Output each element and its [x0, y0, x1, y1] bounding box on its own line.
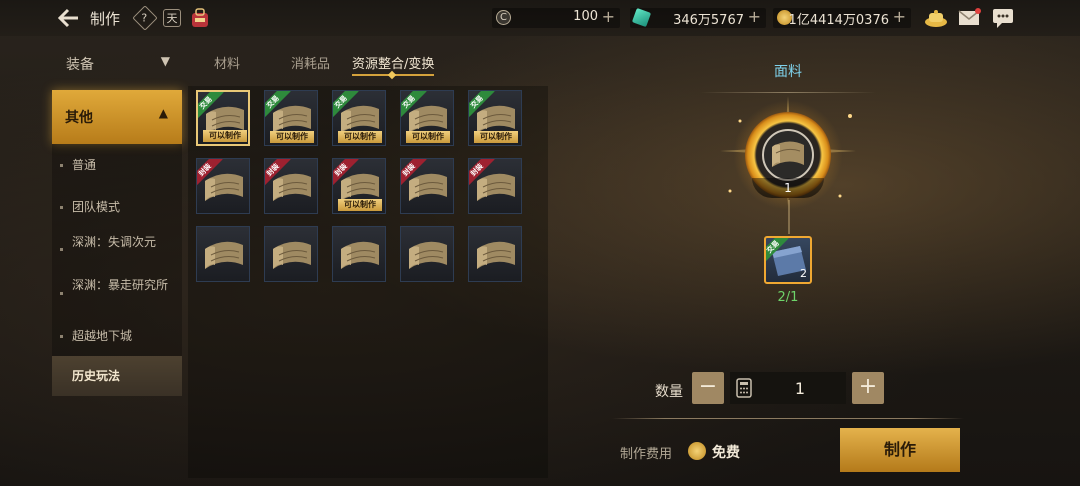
sidebar-item-label: 深渊：失调次元 — [72, 235, 157, 249]
sidebar-item-abyss-lab[interactable]: 深渊：暴走研究所 — [52, 272, 182, 316]
quantity-label: 数量 — [655, 384, 683, 400]
gem-value: 346万5767 — [673, 13, 744, 28]
craftable-badge: 可以制作 — [406, 131, 450, 143]
sidebar-item-label: 团队模式 — [72, 200, 121, 214]
bullet-dot — [60, 292, 63, 295]
shop-icon[interactable] — [924, 7, 948, 29]
output-count: 1 — [784, 181, 792, 195]
chevron-down-icon: ▼ — [160, 54, 170, 68]
category-other[interactable]: 其他 ▲ — [52, 90, 182, 144]
chat-icon[interactable] — [991, 7, 1015, 29]
output-item[interactable] — [762, 129, 814, 181]
tab-materials[interactable]: 材料 — [214, 53, 240, 72]
gold-value: 1亿4414万0376 — [788, 13, 889, 28]
sidebar-item-history[interactable]: 历史玩法 — [52, 356, 182, 396]
sidebar-item-normal[interactable]: 普通 — [52, 144, 182, 186]
bullet-dot — [60, 248, 63, 251]
help-icon[interactable]: ? — [132, 5, 158, 31]
page-title: 制作 — [90, 10, 121, 28]
fabric-scroll-icon — [772, 141, 804, 167]
material-slot[interactable]: 交易 2 — [764, 236, 812, 284]
fee-label: 制作费用 — [620, 447, 673, 462]
sidebar-item-label: 深渊：暴走研究所 — [72, 278, 169, 292]
active-tab-marker — [387, 70, 397, 80]
gem-currency: 346万5767 + — [630, 7, 766, 28]
fabric-scroll-icon — [341, 241, 379, 269]
quantity-input[interactable]: 1 — [730, 372, 846, 404]
credit-add-button[interactable]: + — [602, 7, 615, 26]
fabric-scroll-icon — [205, 241, 243, 269]
credit-value: 100 — [573, 9, 598, 24]
material-requirement: 2/1 — [777, 290, 799, 305]
craftable-badge: 可以制作 — [338, 199, 382, 211]
title-divider — [700, 92, 876, 93]
craftable-badge: 可以制作 — [474, 131, 518, 143]
recipe-cell[interactable]: 交易 可以制作 — [264, 90, 318, 146]
fabric-scroll-icon — [477, 241, 515, 269]
recipe-cell[interactable]: 封装 可以制作 — [332, 158, 386, 214]
item-name: 面料 — [774, 64, 802, 80]
increase-quantity-button[interactable]: + — [852, 372, 884, 404]
connector-line — [788, 200, 790, 234]
bullet-dot — [60, 164, 63, 167]
bullet-dot — [60, 335, 63, 338]
equipment-dropdown[interactable]: 装备 ▼ — [52, 46, 182, 80]
chevron-up-icon: ▲ — [158, 106, 168, 120]
recipe-cell[interactable] — [400, 226, 454, 282]
recipe-cell[interactable] — [332, 226, 386, 282]
gift-bag-icon[interactable] — [190, 7, 210, 29]
section-divider — [612, 418, 964, 419]
sidebar-item-beyond-dungeon[interactable]: 超越地下城 — [52, 316, 182, 356]
make-button[interactable]: 制作 — [840, 428, 960, 472]
recipe-cell[interactable]: 封装 — [468, 158, 522, 214]
recipe-cell[interactable]: 封装 — [196, 158, 250, 214]
recipe-cell[interactable]: 交易 可以制作 — [400, 90, 454, 146]
recipe-cell[interactable] — [196, 226, 250, 282]
recipe-cell[interactable]: 封装 — [400, 158, 454, 214]
sidebar-item-label: 历史玩法 — [72, 369, 121, 383]
material-count: 2 — [800, 267, 807, 280]
mail-icon[interactable] — [957, 7, 981, 29]
category-other-label: 其他 — [65, 110, 93, 126]
tab-consumables[interactable]: 消耗品 — [291, 53, 330, 72]
recipe-cell[interactable]: 交易 可以制作 — [468, 90, 522, 146]
craftable-badge: 可以制作 — [270, 131, 314, 143]
recipe-cell[interactable] — [264, 226, 318, 282]
back-arrow-icon[interactable] — [58, 8, 80, 28]
fabric-scroll-icon — [273, 241, 311, 269]
gem-icon — [631, 7, 652, 28]
craftable-badge: 可以制作 — [203, 130, 247, 142]
sidebar-item-abyss-dimension[interactable]: 深渊：失调次元 — [52, 228, 182, 272]
recipe-grid: 交易 可以制作 交易 可以制作 交易 可以制作 交易 可以制作 交易 可以制作 封装 封装 封装 可以制作… — [188, 86, 548, 478]
sidebar-item-label: 普通 — [72, 158, 97, 172]
credit-icon: C — [496, 10, 511, 25]
top-bar: 制作 ? 天 C 100 + 346万5767 + 1亿4414万0376 + — [0, 0, 1080, 36]
craftable-badge: 可以制作 — [338, 131, 382, 143]
calculator-icon[interactable] — [736, 378, 752, 398]
gold-coin-icon — [688, 442, 706, 460]
sidebar-item-raid[interactable]: 团队模式 — [52, 186, 182, 228]
equipment-dropdown-label: 装备 — [66, 57, 94, 73]
quantity-value: 1 — [794, 379, 806, 398]
calendar-icon[interactable]: 天 — [163, 9, 181, 27]
bullet-dot — [60, 206, 63, 209]
fee-value: 免费 — [712, 445, 740, 461]
fabric-scroll-icon — [409, 241, 447, 269]
tab-resource-conversion[interactable]: 资源整合/变换 — [352, 53, 434, 72]
gold-currency: 1亿4414万0376 + — [773, 7, 911, 28]
recipe-cell[interactable]: 交易 可以制作 — [196, 90, 250, 146]
help-icon-label: ? — [141, 11, 148, 25]
sidebar-subitems: 普通 团队模式 深渊：失调次元 深渊：暴走研究所 超越地下城 历史玩法 — [52, 144, 182, 396]
recipe-cell[interactable]: 封装 — [264, 158, 318, 214]
decrease-quantity-button[interactable]: − — [692, 372, 724, 404]
sidebar-item-label: 超越地下城 — [72, 329, 133, 343]
gold-add-button[interactable]: + — [893, 7, 906, 26]
credit-currency: C 100 + — [492, 7, 620, 28]
recipe-cell[interactable] — [468, 226, 522, 282]
recipe-cell[interactable]: 交易 可以制作 — [332, 90, 386, 146]
gem-add-button[interactable]: + — [748, 7, 761, 26]
